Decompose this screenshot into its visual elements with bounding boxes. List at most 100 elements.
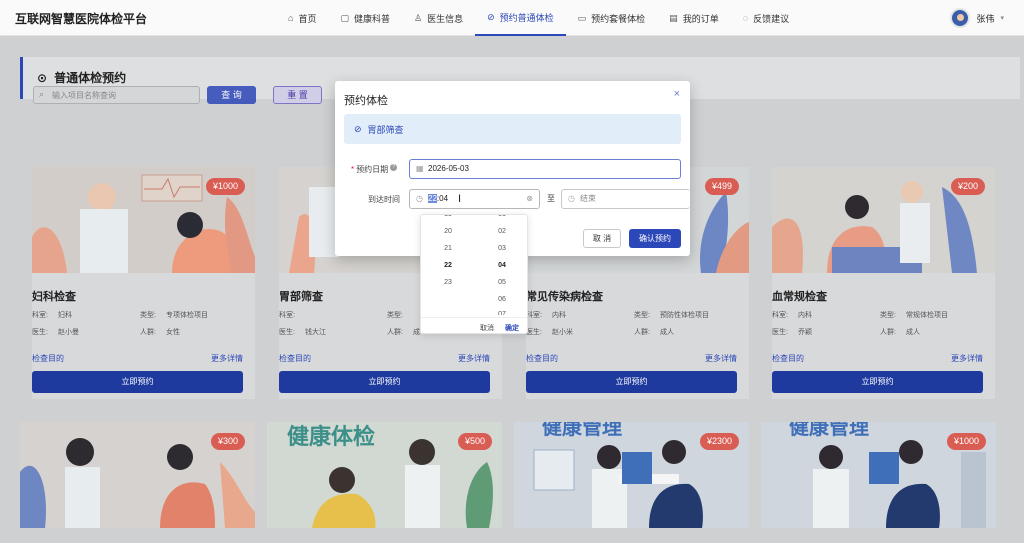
time-remainder: :04 bbox=[436, 194, 449, 203]
minute-option[interactable]: 01 bbox=[475, 215, 527, 218]
page-title: 普通体检预约 bbox=[54, 71, 127, 85]
more-details-link[interactable]: 更多详情 bbox=[458, 353, 490, 364]
clock-icon: ◷ bbox=[568, 194, 575, 203]
nav-label: 我的订单 bbox=[682, 13, 719, 24]
nav-item-home[interactable]: ⌂ 首页 bbox=[276, 0, 328, 36]
more-details-link[interactable]: 更多详情 bbox=[211, 353, 243, 364]
book-icon: ▢ bbox=[340, 12, 349, 23]
picker-footer: 取消 确定 bbox=[421, 317, 527, 333]
book-now-button[interactable]: 立即预约 bbox=[526, 371, 737, 393]
price-badge: ¥1000 bbox=[205, 178, 245, 195]
arrival-time-label: 到达时间 bbox=[368, 195, 400, 204]
cancel-button[interactable]: 取 消 bbox=[583, 229, 621, 248]
hour-option-selected[interactable]: 22 bbox=[421, 262, 475, 269]
nav-item-doctors[interactable]: ♙ 医生信息 bbox=[402, 0, 475, 36]
hour-option[interactable]: 20 bbox=[421, 228, 475, 235]
date-value: 2026-05-03 bbox=[428, 164, 469, 173]
checkup-card-image[interactable]: 健康管理 ¥1000 bbox=[761, 422, 996, 528]
field-value: 常规体检项目 bbox=[906, 312, 948, 319]
price-badge: ¥2300 bbox=[699, 433, 739, 450]
hour-column[interactable]: 19 20 21 22 23 bbox=[421, 215, 475, 315]
minute-option-selected[interactable]: 04 bbox=[475, 262, 527, 269]
nav-item-general-checkup[interactable]: ⊘ 预约普通体检 bbox=[475, 0, 566, 36]
minute-column[interactable]: 01 02 03 04 05 06 07 bbox=[475, 215, 527, 315]
goal-link[interactable]: 检查目的 bbox=[526, 353, 558, 364]
nav-item-orders[interactable]: ▤ 我的订单 bbox=[657, 0, 731, 36]
price-badge: ¥499 bbox=[704, 178, 739, 195]
range-separator: 至 bbox=[547, 194, 555, 203]
clock-icon: ◷ bbox=[416, 194, 423, 203]
nav-label: 医生信息 bbox=[427, 13, 464, 24]
clear-icon[interactable]: ⊗ bbox=[526, 190, 533, 208]
picker-cancel-button[interactable]: 取消 bbox=[480, 323, 494, 333]
comment-icon: ◌ bbox=[742, 13, 749, 23]
close-icon[interactable]: × bbox=[674, 88, 680, 100]
book-now-button[interactable]: 立即预约 bbox=[772, 371, 983, 393]
checkup-card-image[interactable]: 健康体检 ¥500 bbox=[267, 422, 502, 528]
more-details-link[interactable]: 更多详情 bbox=[705, 353, 737, 364]
goal-link[interactable]: 检查目的 bbox=[279, 353, 311, 364]
field-value: 成人 bbox=[906, 329, 920, 336]
cup-icon: ▭ bbox=[577, 12, 587, 23]
field-value: 专项体检项目 bbox=[166, 312, 208, 319]
order-icon: ▤ bbox=[669, 12, 678, 23]
field-value: 钱大江 bbox=[305, 329, 326, 336]
book-now-button[interactable]: 立即预约 bbox=[279, 371, 490, 393]
field-label: 类型: bbox=[634, 312, 650, 319]
field-label: 科室: bbox=[772, 312, 788, 319]
reset-button[interactable]: 重 置 bbox=[273, 86, 322, 104]
picker-ok-button[interactable]: 确定 bbox=[505, 323, 519, 333]
user-menu[interactable]: 张伟 ▾ bbox=[950, 8, 1004, 28]
confirm-booking-button[interactable]: 确认预约 bbox=[629, 229, 681, 248]
field-label: 类型: bbox=[880, 312, 896, 319]
card-title: 胃部筛查 bbox=[279, 291, 323, 303]
book-now-button[interactable]: 立即预约 bbox=[32, 371, 243, 393]
end-time-input[interactable]: ◷ 结束 bbox=[561, 189, 690, 209]
hour-option[interactable]: 19 bbox=[421, 215, 475, 218]
field-value: 预防性体检项目 bbox=[660, 312, 709, 319]
field-value: 赵小米 bbox=[552, 329, 573, 336]
minute-option[interactable]: 07 bbox=[475, 311, 527, 315]
field-label: 类型: bbox=[140, 312, 156, 319]
user-icon: ♙ bbox=[413, 12, 423, 23]
checkup-card: ¥1000 妇科检查 科室: 妇科 类型: 专项体检项目 医生: 赵小曼 人群: 女性 检查… bbox=[32, 167, 255, 399]
field-value: 成人 bbox=[660, 329, 674, 336]
calendar-icon: ▦ bbox=[416, 164, 424, 173]
search-input[interactable]: ⌕ 输入项目名称查询 bbox=[33, 86, 200, 104]
banner-text: 健康管理 bbox=[789, 422, 869, 439]
field-label: 人群: bbox=[880, 329, 896, 336]
goal-link[interactable]: 检查目的 bbox=[32, 353, 64, 364]
field-value: 内科 bbox=[798, 312, 812, 319]
field-value: 成 bbox=[413, 329, 420, 336]
minute-option[interactable]: 03 bbox=[475, 245, 527, 252]
more-details-link[interactable]: 更多详情 bbox=[951, 353, 983, 364]
minute-option[interactable]: 02 bbox=[475, 228, 527, 235]
nav-label: 首页 bbox=[298, 13, 317, 24]
end-placeholder: 结束 bbox=[580, 194, 596, 203]
chevron-down-icon: ▾ bbox=[1000, 15, 1004, 22]
user-name: 张伟 bbox=[976, 13, 995, 24]
nav-item-feedback[interactable]: ◌ 反馈建议 bbox=[731, 0, 801, 36]
field-label: 人群: bbox=[387, 329, 403, 336]
start-time-input[interactable]: ◷ 22:04 ⊗ bbox=[409, 189, 540, 209]
search-placeholder: 输入项目名称查询 bbox=[52, 91, 116, 100]
checkup-card-image[interactable]: ¥300 bbox=[20, 422, 255, 528]
minute-option[interactable]: 05 bbox=[475, 279, 527, 286]
nav-item-package-checkup[interactable]: ▭ 预约套餐体检 bbox=[566, 0, 658, 36]
field-label: 科室: bbox=[279, 312, 295, 319]
field-label: 人群: bbox=[140, 329, 156, 336]
home-icon: ⌂ bbox=[288, 13, 294, 23]
query-button[interactable]: 查 询 bbox=[207, 86, 256, 104]
field-value: 内科 bbox=[552, 312, 566, 319]
hour-option[interactable]: 23 bbox=[421, 279, 475, 286]
nav-item-health-science[interactable]: ▢ 健康科普 bbox=[328, 0, 402, 36]
selected-item-banner: ⊘ 胃部筛查 bbox=[344, 114, 681, 144]
minute-option[interactable]: 06 bbox=[475, 296, 527, 303]
hour-option[interactable]: 21 bbox=[421, 245, 475, 252]
goal-link[interactable]: 检查目的 bbox=[772, 353, 804, 364]
checkup-card-image[interactable]: 健康管理 ¥2300 bbox=[514, 422, 749, 528]
card-title: 妇科检查 bbox=[32, 291, 76, 303]
field-label: 类型: bbox=[387, 312, 403, 319]
required-mark: * bbox=[351, 165, 355, 174]
date-picker-input[interactable]: ▦ 2026-05-03 bbox=[409, 159, 681, 179]
